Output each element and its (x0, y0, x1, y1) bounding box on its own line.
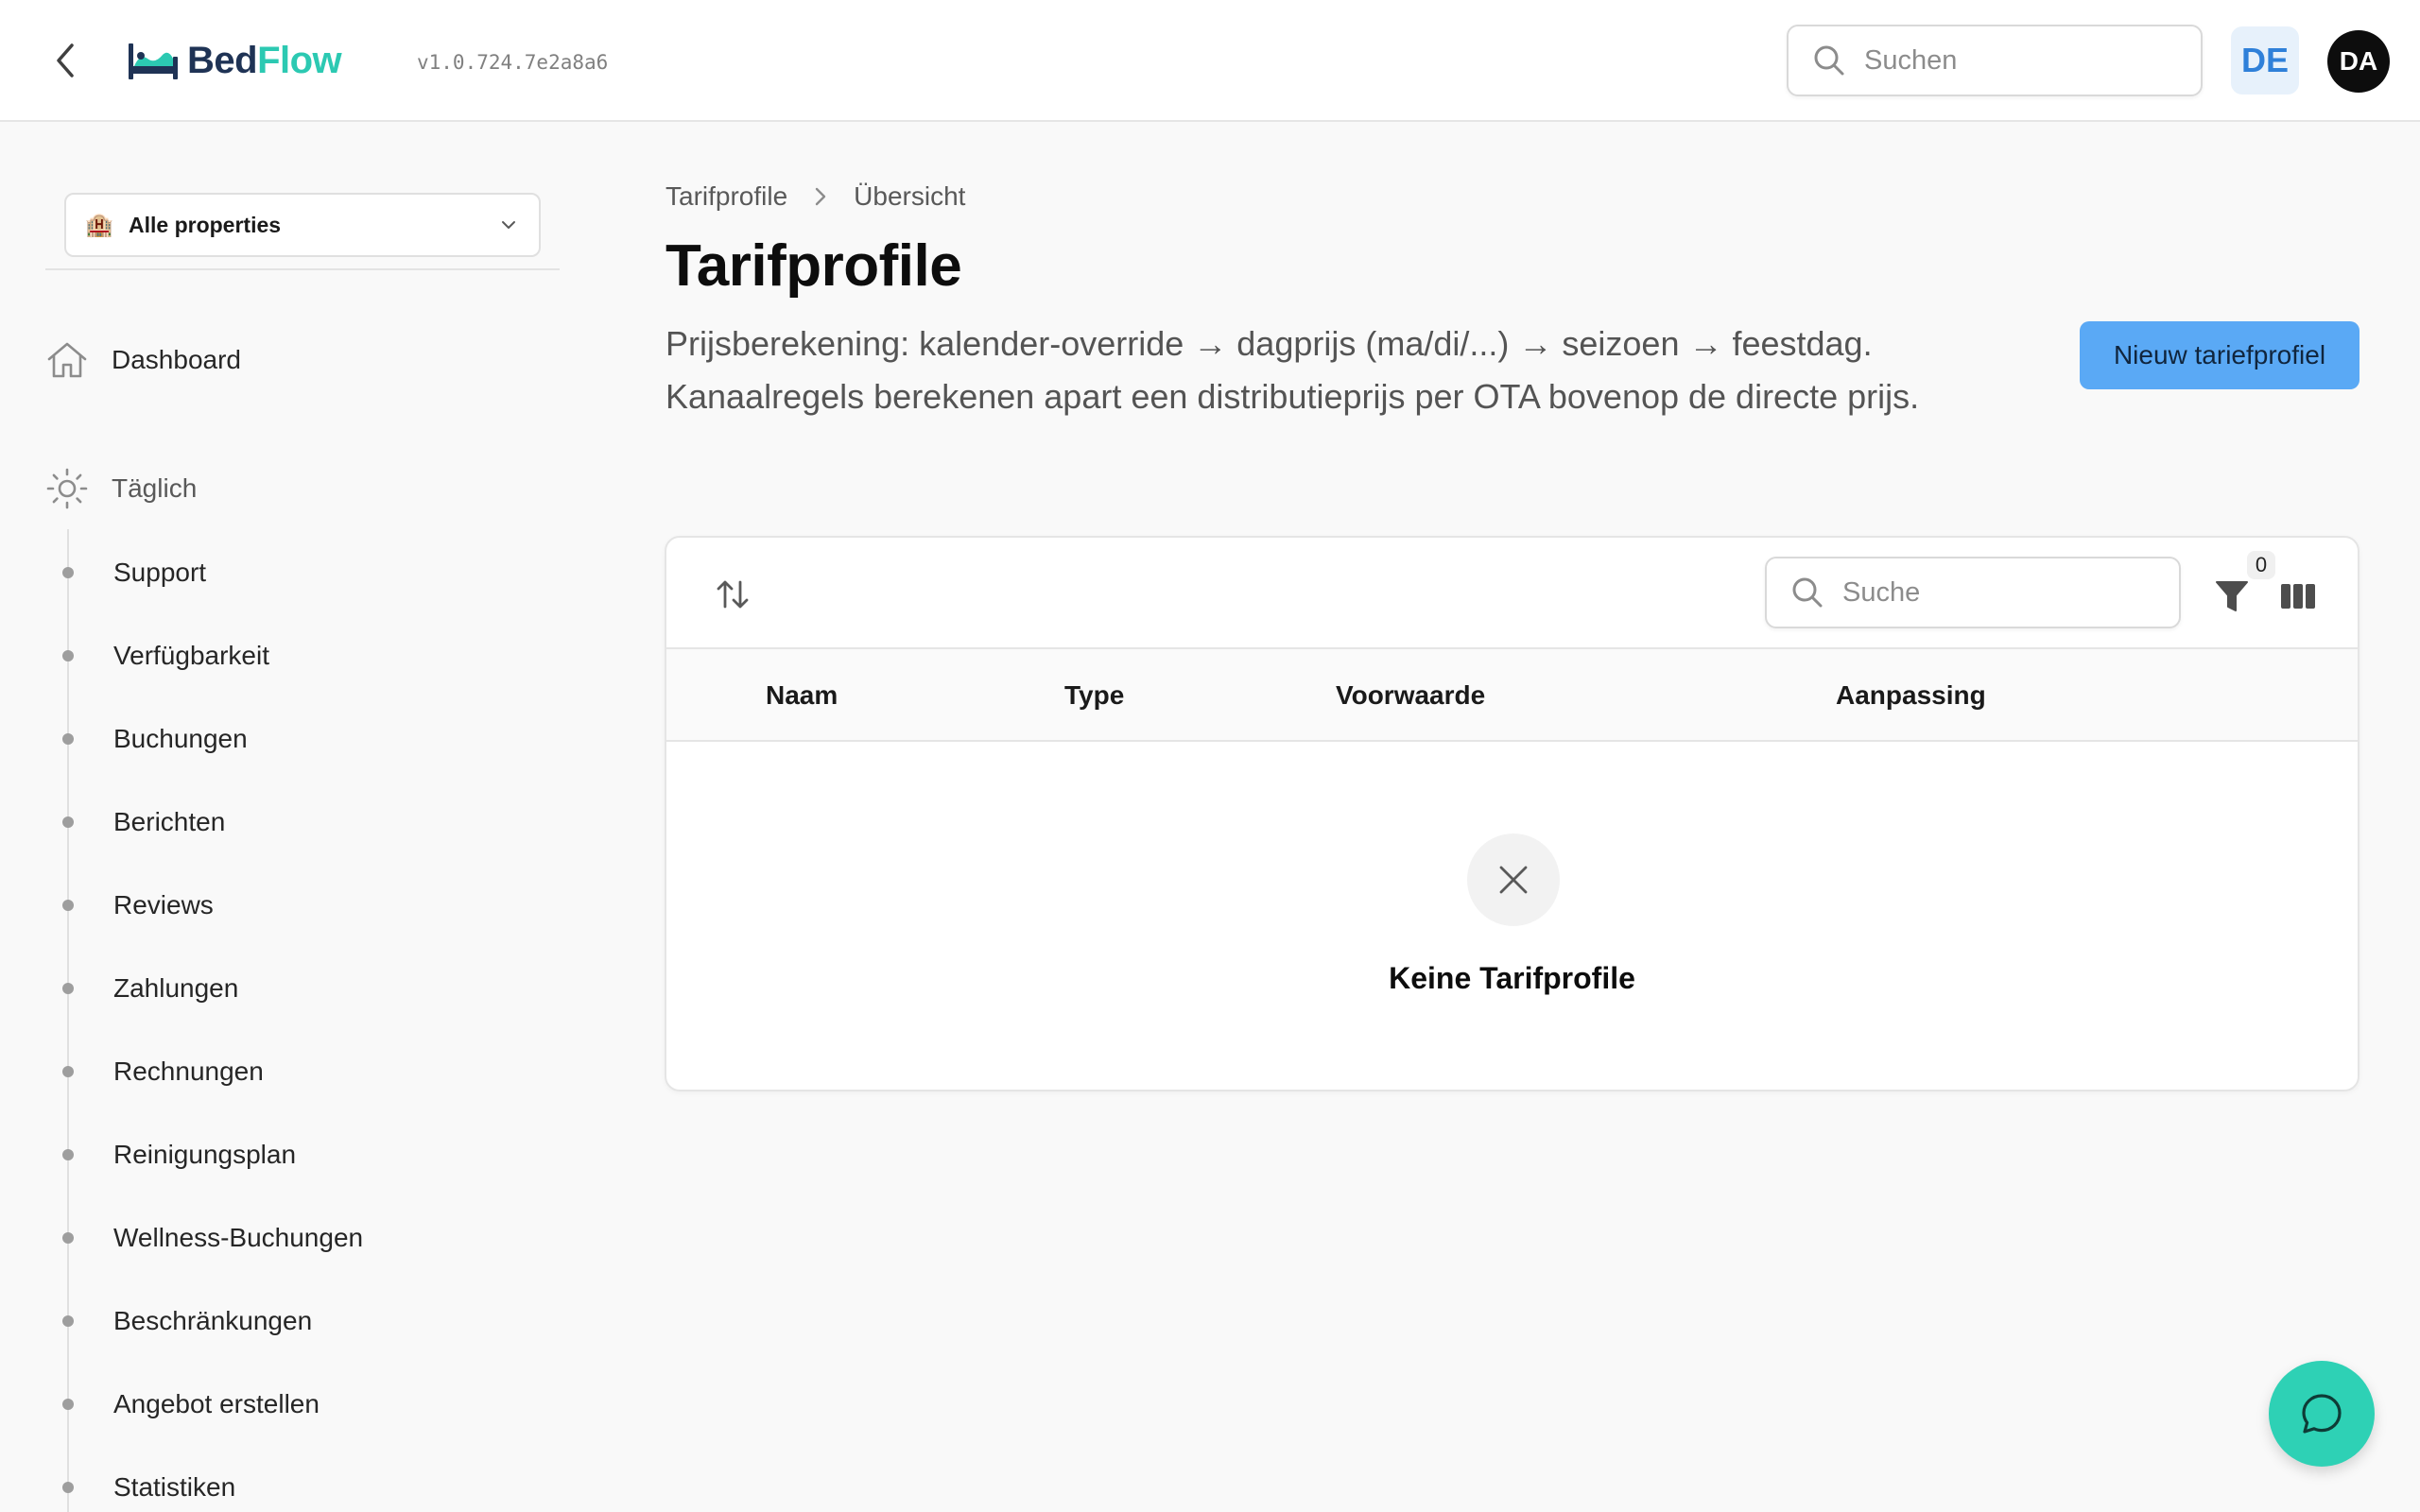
page-description: Prijsberekening: kalender-override → dag… (666, 324, 1920, 416)
column-header-type[interactable]: Type (1064, 649, 1124, 742)
sidebar-item-reviews[interactable]: Reviews (62, 881, 554, 930)
bullet-dot (62, 1066, 74, 1077)
columns-icon (2281, 584, 2315, 609)
bullet-dot (62, 733, 74, 745)
sidebar-item-dashboard[interactable]: Dashboard (45, 336, 241, 384)
bullet-dot (62, 1482, 74, 1493)
sort-button[interactable] (712, 574, 753, 615)
search-icon (1792, 577, 1823, 608)
sidebar-item-label: Berichten (113, 807, 226, 836)
app-header: BedFlow v1.0.724.7e2a8a6 DE DA (0, 0, 2420, 122)
sidebar-item-wellness-bookings[interactable]: Wellness-Buchungen (62, 1213, 554, 1263)
sidebar-section-label: Täglich (112, 473, 198, 503)
bullet-dot (62, 900, 74, 911)
app-version: v1.0.724.7e2a8a6 (417, 51, 609, 74)
column-header-name[interactable]: Naam (766, 649, 838, 742)
logo-text: BedFlow (187, 39, 342, 82)
language-switcher[interactable]: DE (2231, 26, 2299, 94)
sidebar-item-label: Support (113, 558, 207, 587)
sun-icon (46, 468, 88, 509)
app-logo[interactable]: BedFlow (127, 34, 342, 87)
new-rate-profile-button[interactable]: Nieuw tariefprofiel (2080, 321, 2360, 389)
property-select[interactable]: 🏨 Alle properties (64, 193, 541, 257)
chat-bubble-icon (2302, 1394, 2342, 1434)
close-icon (1499, 866, 1528, 894)
page-title: Tarifprofile (666, 233, 962, 299)
filter-count-badge: 0 (2247, 551, 2275, 579)
user-avatar[interactable]: DA (2327, 30, 2390, 93)
breadcrumb: Tarifprofile Übersicht (666, 181, 965, 212)
building-icon: 🏨 (85, 212, 113, 238)
sidebar-item-statistics[interactable]: Statistiken (62, 1463, 554, 1512)
chevron-right-icon (814, 186, 827, 207)
global-search-input[interactable] (1864, 44, 2167, 77)
table-toolbar: 0 (666, 538, 2358, 649)
sidebar-item-label: Beschränkungen (113, 1306, 313, 1335)
sidebar-item-label: Wellness-Buchungen (113, 1223, 364, 1252)
sidebar-section-daily[interactable]: Täglich (45, 465, 197, 512)
bed-icon (129, 43, 178, 79)
chat-button[interactable] (2269, 1361, 2375, 1467)
empty-state-message: Keine Tarifprofile (1389, 961, 1635, 995)
sidebar-item-label: Buchungen (113, 724, 248, 753)
sidebar-item-label: Verfügbarkeit (113, 641, 269, 670)
bullet-dot (62, 1315, 74, 1327)
sidebar-item-label: Statistiken (113, 1472, 236, 1502)
sidebar-item-label: Reinigungsplan (113, 1140, 297, 1169)
bullet-dot (62, 1399, 74, 1410)
bullet-dot (62, 1149, 74, 1160)
bullet-dot (62, 816, 74, 828)
column-header-adjustment[interactable]: Aanpassing (1836, 649, 1986, 742)
sidebar-item-create-offer[interactable]: Angebot erstellen (62, 1380, 554, 1429)
home-icon (47, 342, 87, 378)
breadcrumb-current: Übersicht (854, 181, 966, 211)
sidebar-item-availability[interactable]: Verfügbarkeit (62, 631, 554, 680)
logo-text-bed: Bed (187, 39, 258, 81)
sidebar-item-label: Reviews (113, 890, 214, 919)
chevron-left-icon (57, 43, 74, 77)
sidebar-item-label: Angebot erstellen (113, 1389, 320, 1418)
rate-profiles-table: 0 Naam Type Voorwaarde Aanpassing Keine … (665, 536, 2360, 1091)
search-icon (1814, 45, 1844, 76)
bullet-dot (62, 1232, 74, 1244)
sidebar-item-invoices[interactable]: Rechnungen (62, 1047, 554, 1096)
bullet-dot (62, 983, 74, 994)
column-header-condition[interactable]: Voorwaarde (1336, 649, 1485, 742)
sidebar-item-label: Zahlungen (113, 973, 239, 1003)
table-header: Naam Type Voorwaarde Aanpassing (666, 649, 2358, 742)
filter-button[interactable] (2209, 574, 2255, 619)
sidebar-item-bookings[interactable]: Buchungen (62, 714, 554, 764)
global-search[interactable] (1787, 25, 2203, 96)
sidebar-item-restrictions[interactable]: Beschränkungen (62, 1297, 554, 1346)
bullet-dot (62, 567, 74, 578)
columns-button[interactable] (2277, 574, 2319, 619)
breadcrumb-parent[interactable]: Tarifprofile (666, 181, 787, 212)
sidebar-divider (45, 268, 560, 270)
empty-state-icon (1467, 833, 1560, 926)
chevron-down-icon (502, 221, 515, 229)
table-search[interactable] (1765, 557, 2181, 628)
sidebar-item-messages[interactable]: Berichten (62, 798, 554, 847)
bullet-dot (62, 650, 74, 662)
sidebar-item-cleaning-plan[interactable]: Reinigungsplan (62, 1130, 554, 1179)
filter-icon (2216, 581, 2248, 611)
property-select-label: Alle properties (129, 212, 282, 237)
sidebar-item-support[interactable]: Support (62, 548, 554, 597)
sidebar-item-payments[interactable]: Zahlungen (62, 964, 554, 1013)
sort-arrows-icon (717, 580, 749, 609)
sidebar-item-label: Dashboard (112, 345, 241, 374)
logo-text-flow: Flow (257, 39, 342, 81)
back-button[interactable] (45, 38, 83, 83)
table-search-input[interactable] (1842, 576, 2145, 609)
sidebar-item-label: Rechnungen (113, 1057, 264, 1086)
